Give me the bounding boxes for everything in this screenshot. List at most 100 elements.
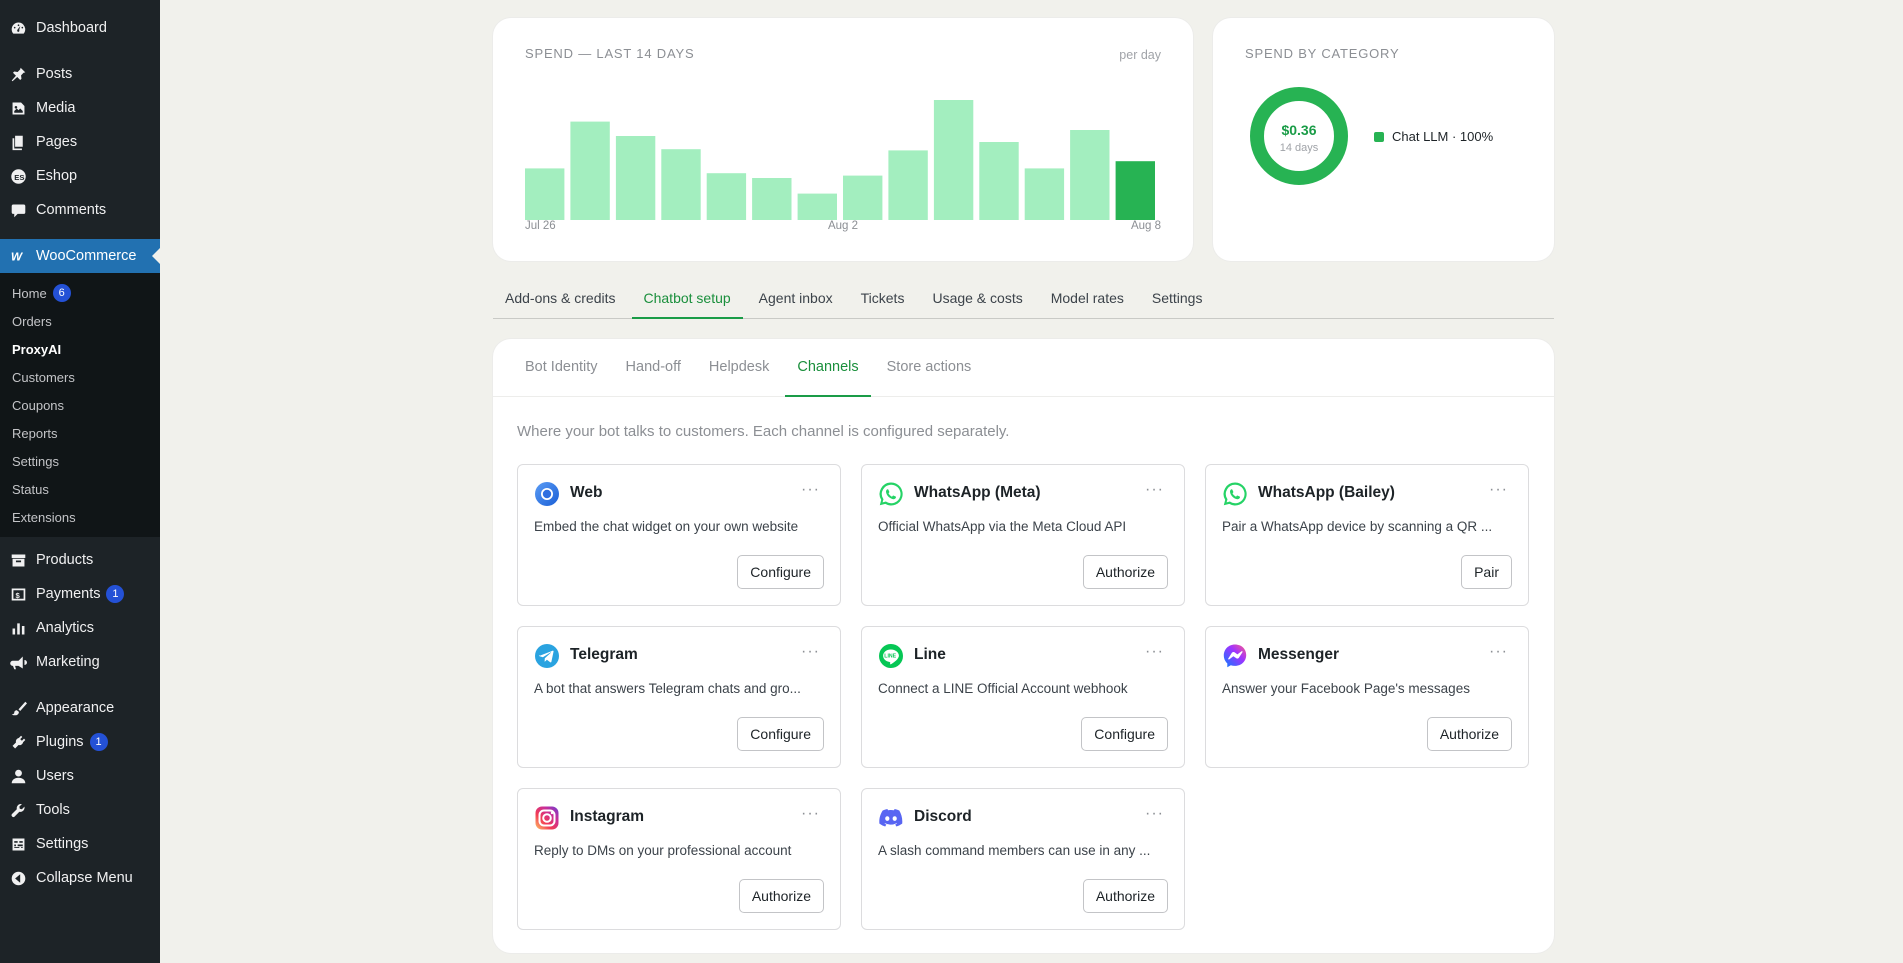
submenu-item-home[interactable]: Home 6 [0,279,160,307]
sidebar-item-products[interactable]: Products [0,543,160,577]
more-options-icon[interactable]: ··· [1145,805,1164,823]
sidebar-item-payments[interactable]: $ Payments 1 [0,577,160,611]
spend-bar-aug-3 [888,150,928,220]
spend-title: SPEND — LAST 14 DAYS [525,46,695,61]
megaphone-icon [8,652,28,672]
submenu-item-settings[interactable]: Settings [0,447,160,475]
more-options-icon[interactable]: ··· [1489,643,1508,661]
subtab-channels[interactable]: Channels [785,339,871,397]
more-options-icon[interactable]: ··· [1489,481,1508,499]
channel-card-discord: Discord ··· A slash command members can us… [861,788,1185,930]
sidebar-item-label: Marketing [36,654,100,670]
sidebar-item-label: Tools [36,802,70,818]
spend-bar-jul-27 [570,121,610,220]
channel-name: WhatsApp (Meta) [914,484,1041,501]
more-options-icon[interactable]: ··· [1145,481,1164,499]
sidebar-item-label: Dashboard [36,20,107,36]
pages-icon [8,132,28,152]
authorize-button[interactable]: Authorize [1426,717,1512,751]
submenu-item-label: Home [12,285,47,301]
tab-add-ons-credits[interactable]: Add-ons & credits [493,279,628,319]
channel-card-line: LINE Line ··· Connect a LINE Official Accou… [861,626,1185,768]
donut-total: $0.36 [1281,122,1317,138]
sidebar-item-pages[interactable]: Pages [0,125,160,159]
subtab-hand-off[interactable]: Hand-off [614,339,693,397]
sidebar-item-posts[interactable]: Posts [0,57,160,91]
more-options-icon[interactable]: ··· [801,643,820,661]
submenu-item-proxyai[interactable]: ProxyAI [0,335,160,363]
channel-description: Connect a LINE Official Account webhook [878,681,1128,696]
pin-icon [8,64,28,84]
more-options-icon[interactable]: ··· [801,805,820,823]
sidebar-item-collapse[interactable]: Collapse Menu [0,861,160,895]
sidebar-item-analytics[interactable]: Analytics [0,611,160,645]
submenu-item-extensions[interactable]: Extensions [0,503,160,531]
submenu-item-orders[interactable]: Orders [0,307,160,335]
subtab-helpdesk[interactable]: Helpdesk [697,339,781,397]
tab-model-rates[interactable]: Model rates [1039,279,1136,319]
sidebar-item-users[interactable]: Users [0,759,160,793]
tab-agent-inbox[interactable]: Agent inbox [747,279,845,319]
submenu-item-status[interactable]: Status [0,475,160,503]
sidebar-item-dashboard[interactable]: Dashboard [0,11,160,45]
tab-chatbot-setup[interactable]: Chatbot setup [631,279,743,319]
authorize-button[interactable]: Authorize [1082,879,1168,913]
x-tick-label: Aug 8 [1130,220,1161,232]
spend-unit-label: per day [1119,48,1161,62]
authorize-button[interactable]: Authorize [738,879,824,913]
authorize-button[interactable]: Authorize [1082,555,1168,589]
channel-description: Embed the chat widget on your own websit… [534,519,799,534]
instagram-icon [534,805,560,831]
tab-settings[interactable]: Settings [1140,279,1215,319]
category-legend: Chat LLM · 100% [1374,129,1493,144]
sidebar-item-label: WooCommerce [36,248,137,264]
subtab-bot-identity[interactable]: Bot Identity [513,339,610,397]
admin-sidebar: Dashboard Posts Media Pages ES Eshop Comments… [0,0,160,963]
sidebar-item-media[interactable]: Media [0,91,160,125]
sidebar-item-woocommerce[interactable]: W WooCommerce [0,239,160,273]
configure-button[interactable]: Configure [737,717,824,751]
payments-icon: $ [8,584,28,604]
more-options-icon[interactable]: ··· [1145,643,1164,661]
category-card: SPEND BY CATEGORY $0.36 14 days Chat LLM… [1213,18,1554,261]
sidebar-item-eshop[interactable]: ES Eshop [0,159,160,193]
spend-bar-jul-28 [615,136,656,220]
sidebar-item-settings[interactable]: Settings [0,827,160,861]
configure-button[interactable]: Configure [737,555,824,589]
whatsapp-icon [878,481,904,507]
subtab-store-actions[interactable]: Store actions [875,339,984,397]
tab-usage-costs[interactable]: Usage & costs [920,279,1034,319]
main-content: SPEND — LAST 14 DAYS per day Jul 26 Aug 2… [493,18,1554,953]
configure-button[interactable]: Configure [1081,717,1168,751]
submenu-item-reports[interactable]: Reports [0,419,160,447]
channel-card-whatsapp-bailey: WhatsApp (Bailey) ··· Pair a WhatsApp devi… [1205,464,1529,606]
submenu-item-label: Customers [12,369,75,385]
channels-card: Bot Identity Hand-off Helpdesk Channels Stor… [493,339,1554,953]
sidebar-item-tools[interactable]: Tools [0,793,160,827]
channel-description: Reply to DMs on your professional accoun… [534,843,792,858]
collapse-icon [8,868,28,888]
x-tick-label: Jul 26 [525,220,556,232]
spend-bar-jul-29 [661,149,701,220]
spend-bar-jul-31 [752,178,792,220]
sidebar-item-label: Comments [36,202,107,218]
notification-badge: 6 [52,284,71,302]
sidebar-item-label: Settings [36,836,89,852]
channel-card-telegram: Telegram ··· A bot that answers Telegram c… [517,626,841,768]
messenger-icon [1222,643,1248,669]
submenu-item-coupons[interactable]: Coupons [0,391,160,419]
sidebar-item-plugins[interactable]: Plugins 1 [0,725,160,759]
more-options-icon[interactable]: ··· [801,481,820,499]
submenu-item-label: Reports [12,425,58,441]
sidebar-item-comments[interactable]: Comments [0,193,160,227]
submenu-item-customers[interactable]: Customers [0,363,160,391]
sidebar-item-label: Appearance [36,700,115,716]
sidebar-item-label: Users [36,768,74,784]
sidebar-item-appearance[interactable]: Appearance [0,691,160,725]
x-tick-label: Aug 2 [827,220,859,232]
channels-description: Where your bot talks to customers. Each … [517,423,1010,440]
tab-tickets[interactable]: Tickets [849,279,917,319]
sidebar-item-marketing[interactable]: Marketing [0,645,160,679]
pair-button[interactable]: Pair [1461,555,1512,589]
spend-bar-jul-30 [706,173,747,220]
